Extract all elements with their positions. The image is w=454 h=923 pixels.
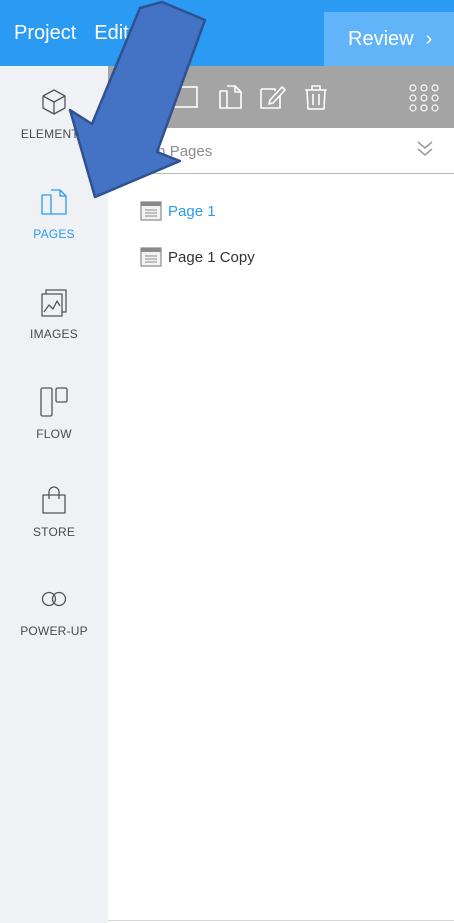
- cube-icon: [42, 89, 66, 115]
- flow-icon: [40, 387, 68, 417]
- duplicate-page-icon[interactable]: [216, 84, 246, 110]
- top-bar: Project Edit Review ›: [0, 0, 454, 66]
- review-button[interactable]: Review ›: [324, 12, 454, 66]
- sidebar-item-label: POWER-UP: [20, 624, 88, 638]
- pages-icon: [41, 189, 67, 215]
- edit-menu[interactable]: Edit: [94, 22, 128, 45]
- page-list-item[interactable]: Page 1 Copy: [140, 245, 255, 269]
- chevron-right-icon: ›: [425, 27, 433, 50]
- shopping-bag-icon: [42, 486, 66, 514]
- project-menu[interactable]: Project: [14, 22, 76, 45]
- page-icon: [140, 247, 162, 267]
- pages-panel: Page 1 Page 1 Copy: [108, 66, 454, 923]
- sidebar-item-power-up[interactable]: POWER-UP: [0, 583, 108, 667]
- double-chevron-down-icon[interactable]: [414, 138, 436, 160]
- page-label: Page 1 Copy: [168, 248, 255, 266]
- page-label: Page 1: [168, 202, 216, 220]
- sidebar-item-store[interactable]: STORE: [0, 484, 108, 568]
- page-icon: [140, 201, 162, 221]
- sidebar-item-elements[interactable]: ELEMENTS: [0, 86, 108, 170]
- sidebar: ELEMENTS PAGES IMAGES FLOW STORE POWER-U…: [0, 66, 108, 923]
- grid-icon[interactable]: [408, 84, 442, 112]
- top-menu: Project Edit: [14, 0, 129, 66]
- page-list-item[interactable]: Page 1: [140, 199, 216, 223]
- sidebar-item-flow[interactable]: FLOW: [0, 386, 108, 470]
- pages-toolbar: [108, 66, 454, 128]
- search-pages-input[interactable]: [118, 136, 408, 166]
- sidebar-item-label: IMAGES: [30, 327, 78, 341]
- infinity-icon: [41, 591, 67, 607]
- search-bar: [108, 128, 454, 174]
- image-icon: [41, 289, 67, 317]
- sidebar-item-label: PAGES: [33, 227, 75, 241]
- sidebar-item-label: STORE: [32, 525, 76, 539]
- sidebar-item-label: FLOW: [36, 427, 72, 441]
- delete-icon[interactable]: [302, 84, 330, 110]
- sidebar-item-pages[interactable]: PAGES: [0, 186, 108, 270]
- panel-divider: [108, 920, 454, 921]
- new-page-icon[interactable]: [170, 84, 200, 110]
- sidebar-item-images[interactable]: IMAGES: [0, 286, 108, 370]
- edit-page-icon[interactable]: [258, 84, 288, 110]
- sidebar-item-label: ELEMENTS: [20, 127, 88, 141]
- review-label: Review: [348, 27, 414, 50]
